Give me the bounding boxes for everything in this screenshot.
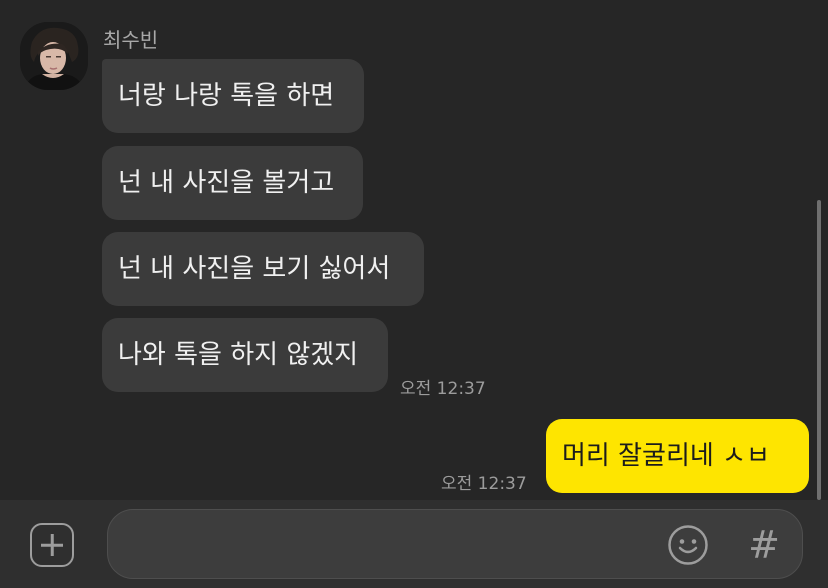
scrollbar[interactable] — [817, 200, 821, 500]
message-text: 넌 내 사진을 볼거고 — [118, 168, 335, 198]
message-bubble[interactable]: 넌 내 사진을 보기 싫어서 — [102, 232, 424, 306]
received-timestamp: 오전 12:37 — [400, 379, 486, 399]
hash-icon[interactable]: # — [748, 521, 780, 569]
message-text: 나와 톡을 하지 않겠지 — [118, 340, 359, 370]
chat-area: 최수빈 너랑 나랑 톡을 하면 넌 내 사진을 볼거고 넌 내 사진을 보기 싫… — [0, 0, 828, 500]
profile-photo — [20, 22, 88, 90]
plus-icon[interactable] — [30, 523, 74, 567]
message-bubble[interactable]: 넌 내 사진을 볼거고 — [102, 146, 363, 220]
avatar[interactable] — [20, 22, 88, 90]
message-bubble[interactable]: 나와 톡을 하지 않겠지 — [102, 318, 388, 392]
sender-name: 최수빈 — [103, 28, 159, 52]
sent-timestamp: 오전 12:37 — [441, 474, 527, 494]
message-text: 너랑 나랑 톡을 하면 — [118, 81, 335, 111]
message-bubble[interactable]: 너랑 나랑 톡을 하면 — [102, 59, 364, 133]
message-text: 넌 내 사진을 보기 싫어서 — [118, 254, 391, 284]
sent-message-bubble[interactable]: 머리 잘굴리네 ㅅㅂ — [546, 419, 809, 493]
emoji-icon[interactable] — [667, 524, 709, 566]
message-text: 머리 잘굴리네 ㅅㅂ — [562, 441, 770, 471]
